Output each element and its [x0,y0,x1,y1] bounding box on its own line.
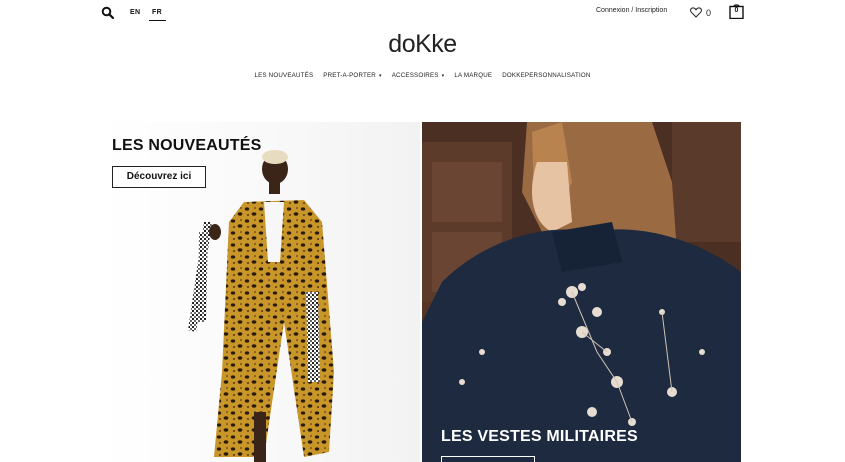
lang-fr-link[interactable]: FR [152,9,162,16]
login-link[interactable]: Connexion / Inscription [596,7,667,14]
nav-item-label: PRET-A-PORTER [323,72,376,79]
hero-title-nouveautes: LES NOUVEAUTÉS [112,137,262,154]
main-nav: LES NOUVEAUTÉS PRET-A-PORTER ▾ ACCESSOIR… [0,72,845,79]
nav-item-pret-a-porter[interactable]: PRET-A-PORTER ▾ [323,72,381,79]
vestes-militaires-button[interactable] [441,456,535,462]
wishlist-count: 0 [706,8,712,18]
top-bar: EN FR Connexion / Inscription 0 0 [0,0,845,26]
nav-item-label: LA MARQUE [454,72,493,79]
nav-item-personnalisation[interactable]: DOKKEPERSONNALISATION [502,72,590,79]
nav-item-la-marque[interactable]: LA MARQUE [454,72,492,79]
cart-count: 0 [734,7,739,14]
heart-icon [690,7,702,18]
wishlist-button[interactable]: 0 [690,6,716,20]
lang-en-link[interactable]: EN [130,9,140,16]
brand-logo[interactable]: doKke [0,30,845,59]
discover-button[interactable]: Découvrez ici [112,166,206,188]
chevron-down-icon: ▾ [441,72,445,79]
nav-item-accessoires[interactable]: ACCESSOIRES ▾ [392,72,445,79]
model-military-jacket-image [422,122,741,462]
active-lang-indicator [149,20,166,21]
chevron-down-icon: ▾ [378,72,382,79]
search-icon[interactable] [101,6,115,20]
hero-vestes-militaires-image[interactable] [422,122,741,462]
nav-item-label: LES NOUVEAUTÉS [254,72,314,79]
cart-button[interactable]: 0 [729,3,744,19]
nav-item-label: ACCESSOIRES [391,72,439,79]
nav-item-label: DOKKEPERSONNALISATION [502,72,591,79]
hero-title-vestes-militaires: LES VESTES MILITAIRES [441,428,638,445]
nav-item-nouveautes[interactable]: LES NOUVEAUTÉS [254,72,313,79]
